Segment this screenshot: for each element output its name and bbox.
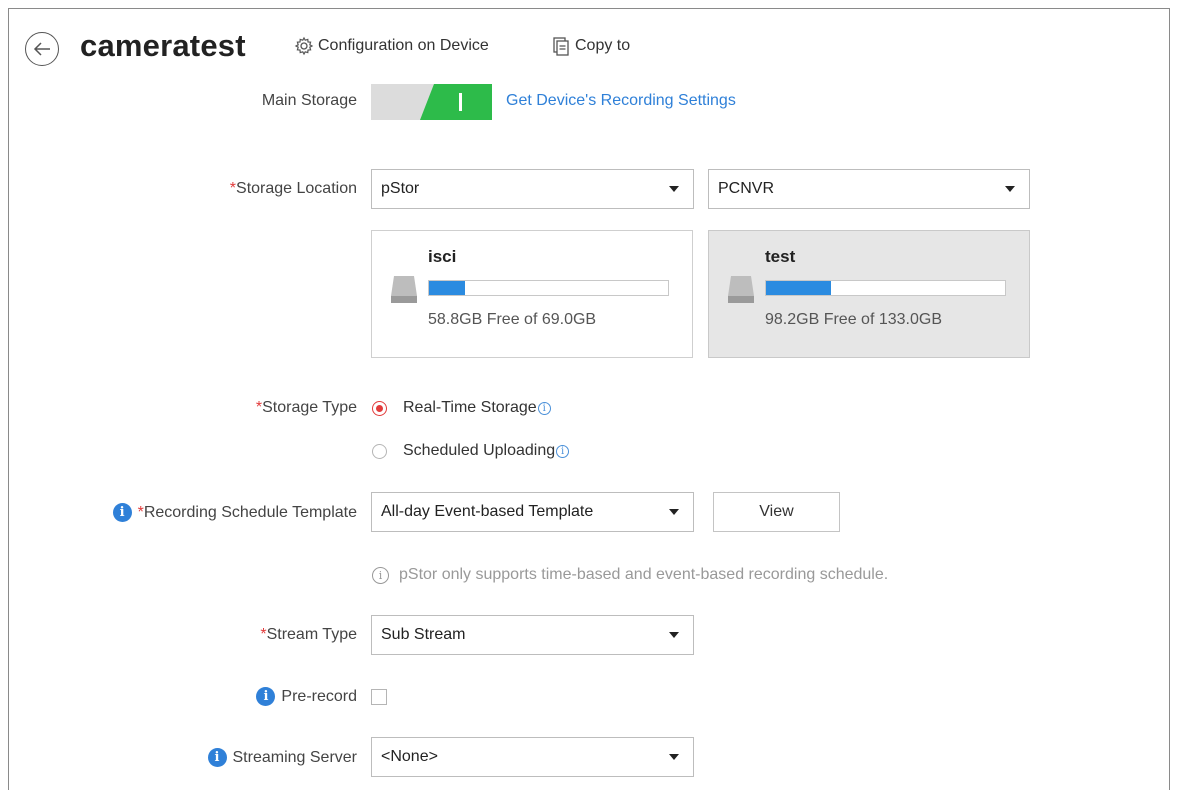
storage-location-label-text: Storage Location xyxy=(236,180,357,197)
configuration-on-device-label: Configuration on Device xyxy=(318,37,489,54)
disk-icon xyxy=(728,276,754,303)
page-title: cameratest xyxy=(80,28,246,63)
stream-type-label-text: Stream Type xyxy=(266,626,357,643)
info-icon[interactable]: i xyxy=(256,687,276,706)
radio-button[interactable] xyxy=(372,400,387,416)
get-device-recording-settings-link[interactable]: Get Device's Recording Settings xyxy=(506,92,736,110)
storage-location-label: *Storage Location xyxy=(230,180,357,198)
storage-card-test[interactable]: test 98.2GB Free of 133.0GB xyxy=(708,230,1030,358)
storage-usage-bar xyxy=(428,280,669,296)
schedule-hint-text: pStor only supports time-based and event… xyxy=(399,566,889,583)
storage-card-name: isci xyxy=(428,247,457,266)
storage-server-select[interactable]: PCNVR xyxy=(708,169,1030,209)
copy-to-label: Copy to xyxy=(575,37,631,54)
info-icon: i xyxy=(372,566,389,584)
toggle-on-fill xyxy=(420,84,492,120)
chevron-down-icon xyxy=(669,186,679,192)
storage-card-isci[interactable]: isci 58.8GB Free of 69.0GB xyxy=(371,230,693,358)
radio-scheduled-uploading[interactable]: Scheduled Uploading i xyxy=(372,442,570,460)
main-storage-toggle[interactable] xyxy=(371,84,492,120)
stream-type-value: Sub Stream xyxy=(381,626,466,643)
streaming-server-label-text: Streaming Server xyxy=(232,748,358,766)
info-icon[interactable]: i xyxy=(537,401,551,415)
storage-usage-fill xyxy=(766,281,831,295)
chevron-down-icon xyxy=(1005,186,1015,192)
radio-button[interactable] xyxy=(372,443,387,459)
storage-usage-fill xyxy=(429,281,465,295)
streaming-server-label: i Streaming Server xyxy=(207,748,358,767)
back-button[interactable] xyxy=(25,32,59,66)
view-button[interactable]: View xyxy=(713,492,840,532)
storage-free-text: 58.8GB Free of 69.0GB xyxy=(428,311,597,328)
streaming-server-value: <None> xyxy=(381,748,438,765)
storage-type-select-value: pStor xyxy=(381,180,420,197)
stream-type-select[interactable]: Sub Stream xyxy=(371,615,694,655)
gear-icon xyxy=(294,36,314,56)
storage-type-label: *Storage Type xyxy=(256,399,357,417)
storage-usage-bar xyxy=(765,280,1006,296)
recording-schedule-template-select[interactable]: All-day Event-based Template xyxy=(371,492,694,532)
copy-to-button[interactable]: Copy to xyxy=(551,36,630,56)
pre-record-label: i Pre-record xyxy=(256,687,357,706)
storage-type-label-text: Storage Type xyxy=(262,399,357,416)
streaming-server-select[interactable]: <None> xyxy=(371,737,694,777)
info-icon[interactable]: i xyxy=(207,748,227,767)
info-icon[interactable]: i xyxy=(556,444,570,458)
radio-real-time-storage[interactable]: Real-Time Storage i xyxy=(372,399,551,417)
storage-card-name: test xyxy=(765,247,796,266)
chevron-down-icon xyxy=(669,632,679,638)
recording-schedule-template-label-text: Recording Schedule Template xyxy=(143,503,357,521)
radio-label: Real-Time Storage xyxy=(403,399,537,416)
info-icon[interactable]: i xyxy=(112,503,132,522)
dialog-frame xyxy=(8,8,1170,790)
disk-icon xyxy=(391,276,417,303)
main-storage-label: Main Storage xyxy=(262,92,357,110)
copy-icon xyxy=(553,37,569,56)
toggle-knob xyxy=(459,93,462,111)
recording-schedule-template-value: All-day Event-based Template xyxy=(381,503,594,520)
chevron-down-icon xyxy=(669,754,679,760)
configuration-on-device-button[interactable]: Configuration on Device xyxy=(294,36,489,56)
chevron-down-icon xyxy=(669,509,679,515)
pre-record-checkbox[interactable] xyxy=(371,689,387,705)
stream-type-label: *Stream Type xyxy=(260,626,357,644)
storage-server-select-value: PCNVR xyxy=(718,180,775,197)
recording-schedule-template-label: i *Recording Schedule Template xyxy=(112,503,357,522)
storage-free-text: 98.2GB Free of 133.0GB xyxy=(765,311,942,328)
storage-type-select[interactable]: pStor xyxy=(371,169,694,209)
radio-label: Scheduled Uploading xyxy=(403,442,556,459)
main-storage-label-text: Main Storage xyxy=(261,92,357,109)
schedule-hint: i pStor only supports time-based and eve… xyxy=(372,566,888,584)
back-arrow-icon xyxy=(33,42,50,56)
pre-record-label-text: Pre-record xyxy=(281,687,357,705)
